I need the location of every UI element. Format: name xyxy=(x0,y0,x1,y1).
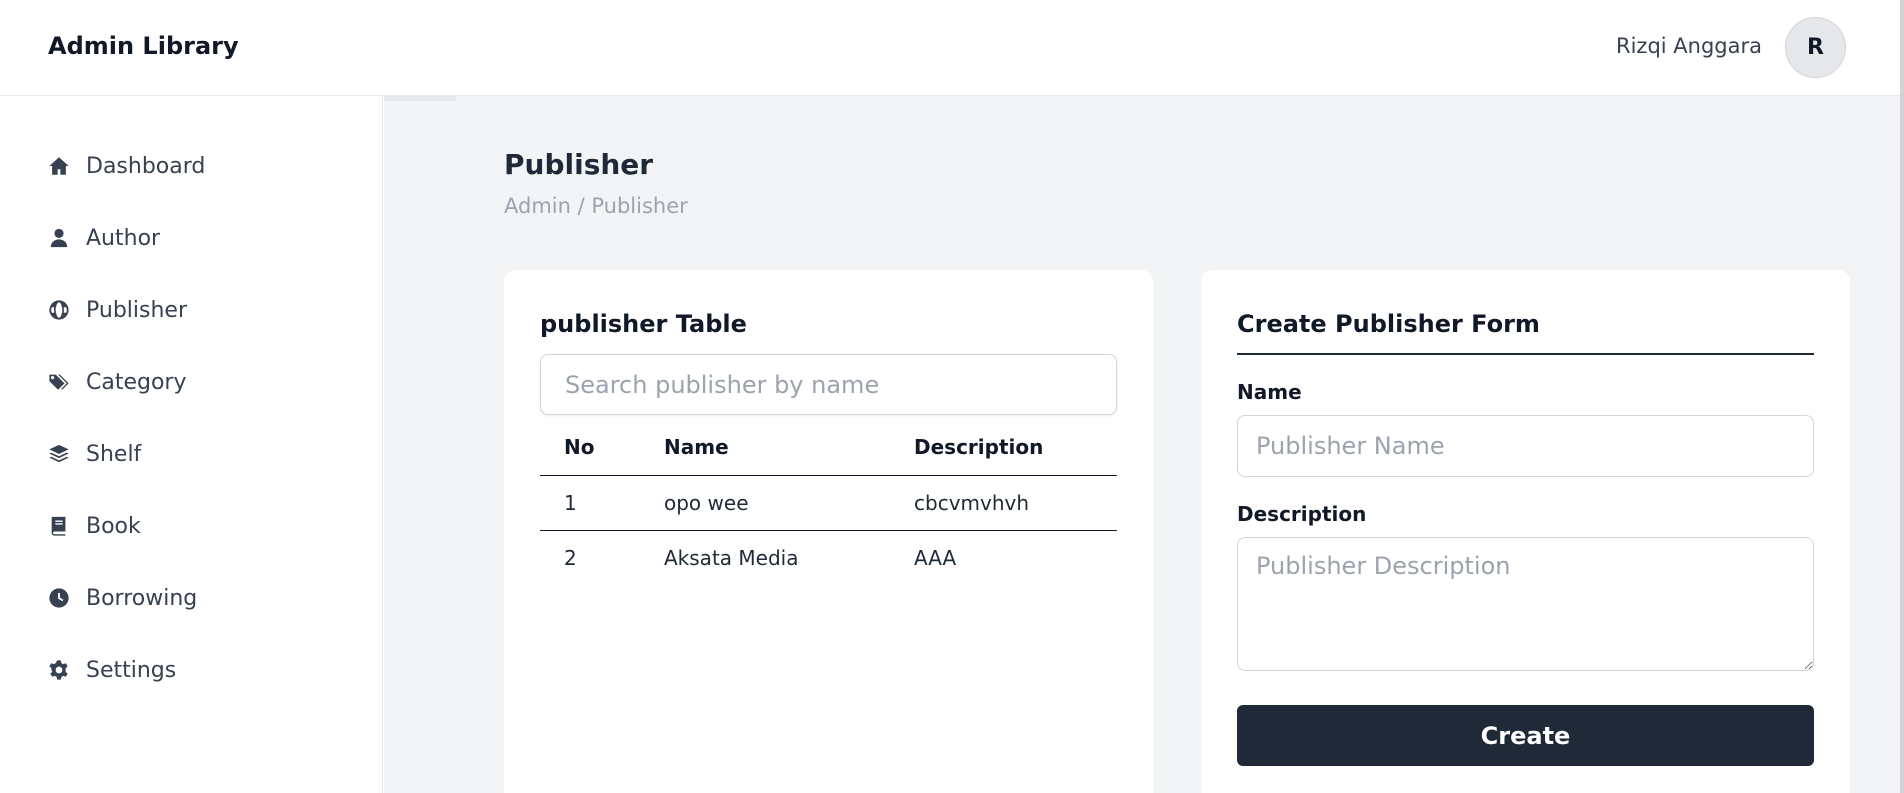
sidebar: Dashboard Author Publisher Category Shel… xyxy=(0,96,383,793)
sidebar-item-publisher[interactable]: Publisher xyxy=(46,290,187,330)
cell-no: 1 xyxy=(540,475,640,531)
description-label: Description xyxy=(1237,502,1367,526)
column-header-name[interactable]: Name xyxy=(640,420,890,476)
tags-icon xyxy=(46,369,72,395)
table-row[interactable]: 1 opo wee cbcvmvhvh xyxy=(540,475,1117,531)
sidebar-item-label: Shelf xyxy=(86,441,142,467)
clock-icon xyxy=(46,585,72,611)
form-card-title: Create Publisher Form xyxy=(1237,310,1540,338)
publisher-table: No Name Description 1 opo wee cbcvmvhvh … xyxy=(540,420,1117,585)
name-label: Name xyxy=(1237,380,1302,404)
create-button[interactable]: Create xyxy=(1237,705,1814,766)
window-scrollbar[interactable] xyxy=(1900,0,1904,793)
top-bar: Admin Library Rizqi Anggara R xyxy=(0,0,1900,96)
content-divider xyxy=(384,96,456,101)
sidebar-item-category[interactable]: Category xyxy=(46,362,187,402)
search-input[interactable] xyxy=(540,354,1117,415)
home-icon xyxy=(46,153,72,179)
sidebar-item-shelf[interactable]: Shelf xyxy=(46,434,141,474)
cell-no: 2 xyxy=(564,545,577,570)
sidebar-item-book[interactable]: Book xyxy=(46,506,141,546)
form-title-divider xyxy=(1237,353,1814,355)
sidebar-item-label: Author xyxy=(86,225,161,251)
publisher-table-card: publisher Table No Name Description 1 op… xyxy=(504,270,1153,793)
sidebar-item-label: Book xyxy=(86,513,141,539)
avatar[interactable]: R xyxy=(1785,17,1846,78)
create-publisher-card: Create Publisher Form Name Description C… xyxy=(1201,270,1850,793)
table-row[interactable]: 2 Aksata Media AAA xyxy=(540,530,1117,585)
sidebar-item-settings[interactable]: Settings xyxy=(46,650,176,690)
sidebar-item-dashboard[interactable]: Dashboard xyxy=(46,146,205,186)
sidebar-item-label: Dashboard xyxy=(86,153,206,179)
sidebar-item-label: Borrowing xyxy=(86,585,198,611)
sidebar-item-label: Category xyxy=(86,369,187,395)
sidebar-item-borrowing[interactable]: Borrowing xyxy=(46,578,197,618)
table-header-row: No Name Description xyxy=(540,420,1117,476)
sidebar-item-author[interactable]: Author xyxy=(46,218,160,258)
cell-name: Aksata Media xyxy=(664,545,799,570)
user-icon xyxy=(46,225,72,251)
user-name[interactable]: Rizqi Anggara xyxy=(1616,34,1762,58)
gear-icon xyxy=(46,657,72,683)
sidebar-item-label: Settings xyxy=(86,657,177,683)
globe-icon xyxy=(46,297,72,323)
cell-description: cbcvmvhvh xyxy=(890,475,1117,531)
publisher-name-field[interactable] xyxy=(1237,415,1814,477)
layers-icon xyxy=(46,441,72,467)
cell-name: opo wee xyxy=(640,475,890,531)
column-header-description[interactable]: Description xyxy=(890,420,1117,476)
page-title: Publisher xyxy=(504,148,654,181)
brand-title: Admin Library xyxy=(48,32,239,60)
book-icon xyxy=(46,513,72,539)
column-header-no[interactable]: No xyxy=(540,420,640,476)
table-card-title: publisher Table xyxy=(540,310,747,338)
breadcrumb: Admin / Publisher xyxy=(504,194,688,218)
publisher-description-field[interactable] xyxy=(1237,537,1814,671)
sidebar-item-label: Publisher xyxy=(86,297,187,323)
cell-description: AAA xyxy=(914,545,957,570)
